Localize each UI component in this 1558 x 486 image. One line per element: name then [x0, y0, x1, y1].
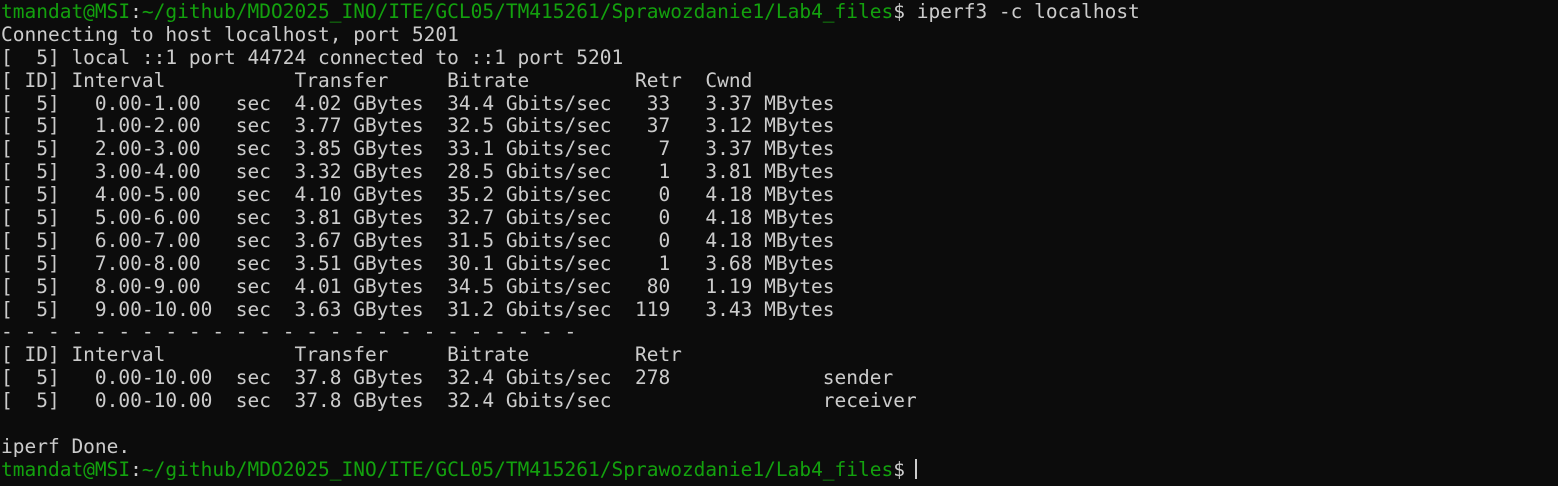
output-summary-receiver: [ 5] 0.00-10.00 sec 37.8 GBytes 32.4 Gbi…: [1, 389, 917, 413]
output-connecting: Connecting to host localhost, port 5201: [1, 22, 459, 46]
text-cursor: [915, 458, 917, 479]
prompt-colon: :: [130, 0, 142, 23]
prompt-dollar: $: [893, 457, 905, 481]
output-summary-sender: [ 5] 0.00-10.00 sec 37.8 GBytes 32.4 Gbi…: [1, 366, 894, 390]
prompt-colon: :: [130, 457, 142, 481]
output-separator: - - - - - - - - - - - - - - - - - - - - …: [1, 320, 577, 344]
command-line: tmandat@MSI:~/github/MDO2025_INO/ITE/GCL…: [0, 0, 1558, 24]
output-blank-line: [0, 413, 1558, 436]
output-row: [ 5] 4.00-5.00 sec 4.10 GBytes 35.2 Gbit…: [1, 183, 835, 207]
output-row: [ 5] 6.00-7.00 sec 3.67 GBytes 31.5 Gbit…: [1, 228, 835, 252]
prompt-dollar: $: [893, 0, 905, 23]
output-row: [ 5] 3.00-4.00 sec 3.32 GBytes 28.5 Gbit…: [1, 160, 835, 184]
command-text: iperf3 -c localhost: [905, 0, 1140, 23]
output-row: [ 5] 7.00-8.00 sec 3.51 GBytes 30.1 Gbit…: [1, 251, 835, 275]
prompt-user-host: tmandat@MSI: [1, 0, 131, 23]
output-local-connection: [ 5] local ::1 port 44724 connected to :…: [1, 45, 624, 69]
output-summary-header: [ ID] Interval Transfer Bitrate Retr: [1, 343, 682, 367]
output-row: [ 5] 1.00-2.00 sec 3.77 GBytes 32.5 Gbit…: [1, 114, 835, 138]
prompt-user-host: tmandat@MSI: [1, 457, 131, 481]
output-row: [ 5] 0.00-1.00 sec 4.02 GBytes 34.4 Gbit…: [1, 91, 835, 115]
output-done: iperf Done.: [1, 434, 131, 458]
prompt-path: ~/github/MDO2025_INO/ITE/GCL05/TM415261/…: [141, 0, 894, 23]
output-row: [ 5] 9.00-10.00 sec 3.63 GBytes 31.2 Gbi…: [1, 297, 835, 321]
prompt-path: ~/github/MDO2025_INO/ITE/GCL05/TM415261/…: [141, 457, 894, 481]
output-table-header: [ ID] Interval Transfer Bitrate Retr Cwn…: [1, 68, 753, 92]
terminal-window[interactable]: tmandat@MSI:~/github/MDO2025_INO/ITE/GCL…: [0, 0, 1558, 486]
prompt-line[interactable]: tmandat@MSI:~/github/MDO2025_INO/ITE/GCL…: [0, 457, 1558, 482]
output-row: [ 5] 8.00-9.00 sec 4.01 GBytes 34.5 Gbit…: [1, 274, 835, 298]
output-row: [ 5] 2.00-3.00 sec 3.85 GBytes 33.1 Gbit…: [1, 137, 835, 161]
output-row: [ 5] 5.00-6.00 sec 3.81 GBytes 32.7 Gbit…: [1, 206, 835, 230]
